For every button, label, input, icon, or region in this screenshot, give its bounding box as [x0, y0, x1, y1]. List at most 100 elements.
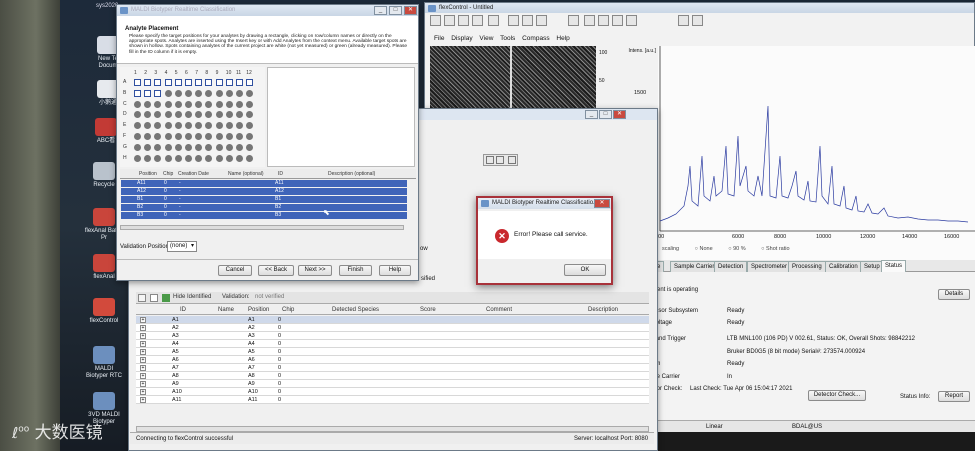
target-spot[interactable] [246, 154, 254, 162]
target-spot[interactable] [134, 111, 141, 119]
error-dialog-titlebar[interactable]: MALDI Biotyper Realtime Classificatio... [478, 198, 611, 209]
target-spot[interactable] [205, 111, 213, 119]
target-spot[interactable] [174, 79, 182, 86]
target-spot[interactable] [154, 111, 162, 119]
target-spot[interactable] [236, 122, 243, 130]
pan-icon[interactable] [612, 15, 623, 26]
plate-column-label[interactable]: 12 [246, 70, 252, 76]
filter-icon[interactable] [138, 294, 146, 302]
target-spot[interactable] [236, 89, 243, 97]
target-spot[interactable] [185, 154, 192, 162]
col-detected-species[interactable]: Detected Species [332, 307, 379, 313]
table-row[interactable]: + A2 A2 0 [136, 324, 649, 332]
col-comment[interactable]: Comment [486, 307, 512, 313]
tab-spectrometer[interactable]: Spectrometer [747, 261, 792, 272]
measure-icon[interactable] [626, 15, 637, 26]
target-spot[interactable] [164, 133, 172, 140]
target-spot[interactable] [144, 111, 152, 119]
plate-column-label[interactable]: 10 [226, 70, 232, 76]
target-spot[interactable] [134, 133, 141, 140]
detail-view-icon[interactable] [508, 156, 516, 164]
grid-col-chip[interactable]: Chip [163, 171, 173, 177]
expand-icon[interactable]: + [140, 381, 146, 387]
plate-row-label[interactable]: D [123, 111, 127, 117]
target-spot[interactable] [144, 100, 152, 108]
analyte-grid-row[interactable]: B3 0- B3 [121, 212, 407, 219]
detector-check-button[interactable]: Detector Check... [808, 390, 866, 401]
target-spot[interactable] [205, 79, 213, 86]
plate-column-label[interactable]: 4 [165, 70, 168, 76]
target-spot[interactable] [205, 100, 213, 108]
target-spot[interactable] [174, 143, 182, 151]
target-spot[interactable] [134, 122, 141, 130]
error-dialog-close-button[interactable]: ✕ [594, 199, 610, 208]
menu-display[interactable]: Display [451, 35, 472, 42]
analyte-minimize-button[interactable]: _ [374, 6, 387, 15]
analyte-grid-row[interactable]: B2 0- B2 [121, 204, 407, 211]
window-icon[interactable] [678, 15, 689, 26]
target-spot[interactable] [225, 100, 233, 108]
target-spot[interactable] [236, 143, 243, 151]
target-spot[interactable] [134, 89, 141, 97]
table-row[interactable]: + A7 A7 0 [136, 364, 649, 372]
layout-icon[interactable] [692, 15, 703, 26]
target-spot[interactable] [164, 122, 172, 130]
grid-view-icon[interactable] [486, 156, 494, 164]
tab-status[interactable]: Status [881, 260, 907, 272]
plate-column-label[interactable]: 7 [195, 70, 198, 76]
tab-processing[interactable]: Processing [788, 261, 826, 272]
maximize-button[interactable]: □ [599, 110, 612, 119]
scaling-radio-90[interactable]: ○ 90 % [728, 246, 745, 252]
target-spot[interactable] [205, 133, 213, 140]
target-spot[interactable] [236, 100, 243, 108]
target-icon[interactable] [522, 15, 533, 26]
analyte-maximize-button[interactable]: □ [389, 6, 402, 15]
target-spot[interactable] [154, 154, 162, 162]
plate-column-label[interactable]: 3 [154, 70, 157, 76]
table-row[interactable]: + A9 A9 0 [136, 380, 649, 388]
target-spot[interactable] [164, 143, 172, 151]
grid-col-creation-date[interactable]: Creation Date [178, 171, 209, 177]
target-spot[interactable] [205, 122, 213, 130]
target-spot[interactable] [195, 79, 203, 86]
menu-compass[interactable]: Compass [522, 35, 549, 42]
expand-icon[interactable]: + [140, 325, 146, 331]
menu-tools[interactable]: Tools [500, 35, 515, 42]
target-spot[interactable] [205, 89, 213, 97]
target-spot[interactable] [215, 100, 223, 108]
target-spot[interactable] [246, 133, 254, 140]
target-spot[interactable] [154, 100, 162, 108]
target-spot[interactable] [144, 79, 152, 86]
target-spot[interactable] [246, 79, 254, 86]
help-button[interactable]: Help [379, 265, 411, 276]
plate-row-label[interactable]: C [123, 101, 127, 107]
target-spot[interactable] [225, 143, 233, 151]
finish-button[interactable]: Finish [339, 265, 372, 276]
expand-icon[interactable]: + [140, 365, 146, 371]
open-icon[interactable] [444, 15, 455, 26]
target-spot[interactable] [164, 100, 172, 108]
target-spot[interactable] [154, 89, 162, 97]
target-spot[interactable] [246, 100, 254, 108]
tab-sample-carrier[interactable]: Sample Carrier [670, 261, 719, 272]
target-spot[interactable] [185, 100, 192, 108]
target-spot[interactable] [195, 154, 203, 162]
target-spot[interactable] [215, 133, 223, 140]
target-spot[interactable] [134, 79, 141, 86]
flexcontrol-titlebar[interactable]: flexControl - Untitled [425, 3, 974, 13]
table-row[interactable]: + A6 A6 0 [136, 356, 649, 364]
target-spot[interactable] [225, 154, 233, 162]
target-spot[interactable] [174, 111, 182, 119]
new-icon[interactable] [430, 15, 441, 26]
target-spot[interactable] [144, 143, 152, 151]
target-spot[interactable] [144, 133, 152, 140]
menu-file[interactable]: File [434, 35, 444, 42]
target-spot[interactable] [215, 122, 223, 130]
analyte-close-button[interactable]: ✕ [404, 6, 417, 15]
target-plate[interactable]: 1 2 3 4 5 6 7 8 9 10 11 12 A B C D E F G H [120, 67, 265, 167]
target-spot[interactable] [246, 89, 254, 97]
table-row[interactable]: + A11 A11 0 [136, 396, 649, 404]
plate-column-label[interactable]: 11 [236, 70, 241, 76]
plate-column-label[interactable]: 6 [185, 70, 188, 76]
expand-icon[interactable]: + [140, 341, 146, 347]
